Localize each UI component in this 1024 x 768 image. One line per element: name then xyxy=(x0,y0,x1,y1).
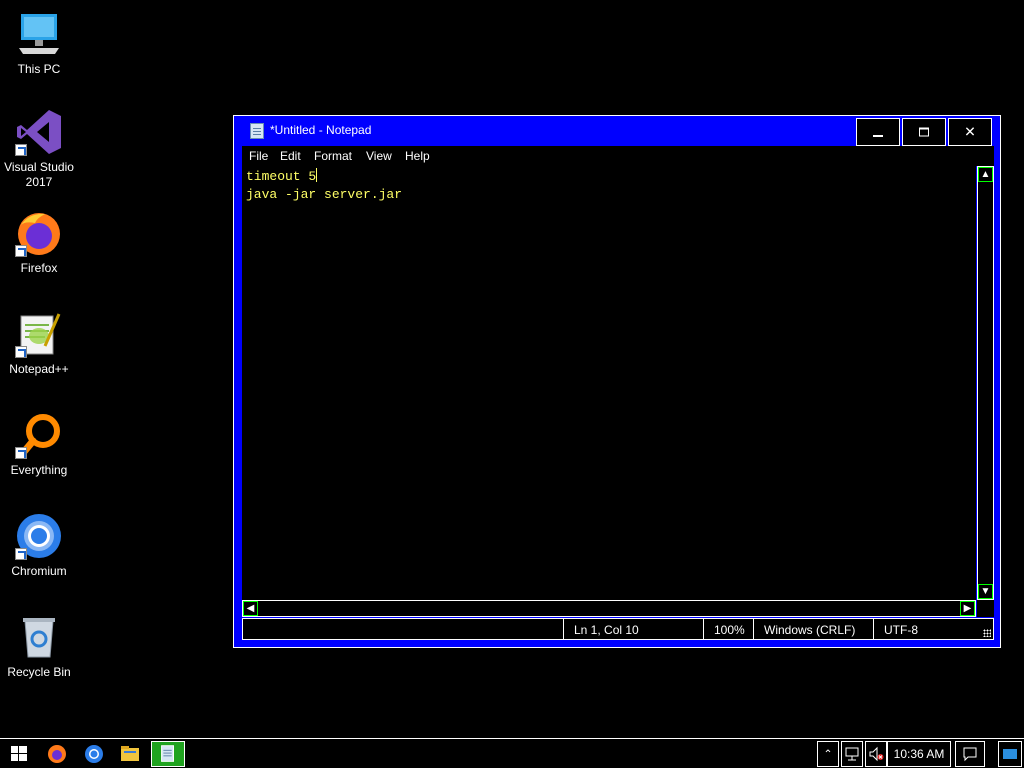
notepad-window[interactable]: *Untitled - Notepad ✕ File Edit Format V… xyxy=(233,115,1001,648)
taskbar-file-explorer[interactable] xyxy=(113,741,147,767)
shortcut-arrow-icon xyxy=(15,548,27,560)
menu-view[interactable]: View xyxy=(366,149,392,163)
close-button[interactable]: ✕ xyxy=(948,118,992,146)
desktop-icon-everything[interactable]: Everything xyxy=(4,411,74,478)
chromium-icon xyxy=(15,512,63,560)
status-cursor-position: Ln 1, Col 10 xyxy=(563,619,703,639)
network-button[interactable] xyxy=(841,741,863,767)
vertical-scrollbar[interactable]: ▲ ▼ xyxy=(977,166,994,600)
menu-edit[interactable]: Edit xyxy=(280,149,301,163)
status-bar: Ln 1, Col 10 100% Windows (CRLF) UTF-8 xyxy=(242,618,994,640)
taskbar-notepad[interactable] xyxy=(151,741,185,767)
minimize-icon xyxy=(873,135,883,137)
desktop-icon-label: Notepad++ xyxy=(9,362,69,376)
notepad-icon xyxy=(250,123,264,139)
network-icon xyxy=(845,747,859,761)
maximize-button[interactable] xyxy=(902,118,946,146)
taskbar-clock[interactable]: 10:36 AM xyxy=(887,741,951,767)
chromium-icon xyxy=(85,745,103,763)
menu-format[interactable]: Format xyxy=(314,149,352,163)
taskbar: ⌃ 10:36 AM xyxy=(0,738,1024,768)
taskbar-chromium[interactable] xyxy=(77,741,111,767)
scroll-left-icon[interactable]: ◀ xyxy=(243,601,258,616)
volume-muted-icon xyxy=(869,746,884,762)
shortcut-arrow-icon xyxy=(15,144,27,156)
firefox-icon xyxy=(15,209,63,257)
recycle-bin-icon xyxy=(15,613,63,661)
start-icon xyxy=(11,746,27,761)
desktop-preview-icon xyxy=(1003,749,1017,759)
status-encoding: UTF-8 xyxy=(873,619,983,639)
action-center-button[interactable] xyxy=(955,741,985,767)
show-hidden-icons-button[interactable]: ⌃ xyxy=(817,741,839,767)
menu-bar: File Edit Format View Help xyxy=(242,146,994,166)
shortcut-arrow-icon xyxy=(15,346,27,358)
status-zoom: 100% xyxy=(703,619,753,639)
notepad-plus-plus-icon xyxy=(15,310,63,358)
firefox-icon xyxy=(48,745,66,763)
menu-file[interactable]: File xyxy=(249,149,268,163)
file-explorer-icon xyxy=(121,746,139,761)
desktop-icon-notepad-plus-plus[interactable]: Notepad++ xyxy=(4,310,74,377)
text-caret xyxy=(316,168,318,182)
desktop-icon-visual-studio[interactable]: Visual Studio 2017 xyxy=(4,108,74,190)
window-title: *Untitled - Notepad xyxy=(270,123,372,137)
notification-icon xyxy=(963,747,977,762)
desktop-icon-recycle-bin[interactable]: Recycle Bin xyxy=(4,613,74,680)
editor-line-1: timeout 5 xyxy=(246,169,317,184)
show-desktop-button[interactable] xyxy=(998,741,1022,767)
taskbar-firefox[interactable] xyxy=(40,741,74,767)
close-icon: ✕ xyxy=(964,123,976,140)
desktop-icon-label: Visual Studio 2017 xyxy=(4,160,74,189)
scrollbar-corner xyxy=(977,600,994,617)
chevron-up-icon: ⌃ xyxy=(823,748,833,761)
desktop-icon-label: Everything xyxy=(10,463,68,477)
status-line-ending: Windows (CRLF) xyxy=(753,619,873,639)
desktop-icon-label: This PC xyxy=(17,62,61,76)
volume-button[interactable] xyxy=(865,741,887,767)
shortcut-arrow-icon xyxy=(15,447,27,459)
desktop-icon-firefox[interactable]: Firefox xyxy=(4,209,74,276)
desktop-icon-label: Recycle Bin xyxy=(7,665,71,679)
scroll-right-icon[interactable]: ▶ xyxy=(960,601,975,616)
horizontal-scrollbar[interactable]: ◀ ▶ xyxy=(242,600,976,617)
desktop-icon-this-pc[interactable]: This PC xyxy=(4,10,74,77)
notepad-icon xyxy=(161,745,174,762)
computer-icon xyxy=(15,10,63,58)
scroll-up-icon[interactable]: ▲ xyxy=(978,167,993,182)
text-editor[interactable]: timeout 5 java -jar server.jar xyxy=(242,166,976,600)
shortcut-arrow-icon xyxy=(15,245,27,257)
menu-help[interactable]: Help xyxy=(405,149,430,163)
title-bar[interactable]: *Untitled - Notepad ✕ xyxy=(234,116,1000,146)
resize-grip-icon[interactable] xyxy=(983,629,991,637)
minimize-button[interactable] xyxy=(856,118,900,146)
desktop-icon-label: Firefox xyxy=(20,261,58,275)
maximize-icon xyxy=(919,127,929,137)
scroll-down-icon[interactable]: ▼ xyxy=(978,584,993,599)
everything-search-icon xyxy=(15,411,63,459)
visual-studio-icon xyxy=(15,108,63,156)
desktop-icon-chromium[interactable]: Chromium xyxy=(4,512,74,579)
start-button[interactable] xyxy=(2,741,36,767)
desktop-icon-label: Chromium xyxy=(11,564,67,578)
editor-line-2: java -jar server.jar xyxy=(246,187,403,202)
